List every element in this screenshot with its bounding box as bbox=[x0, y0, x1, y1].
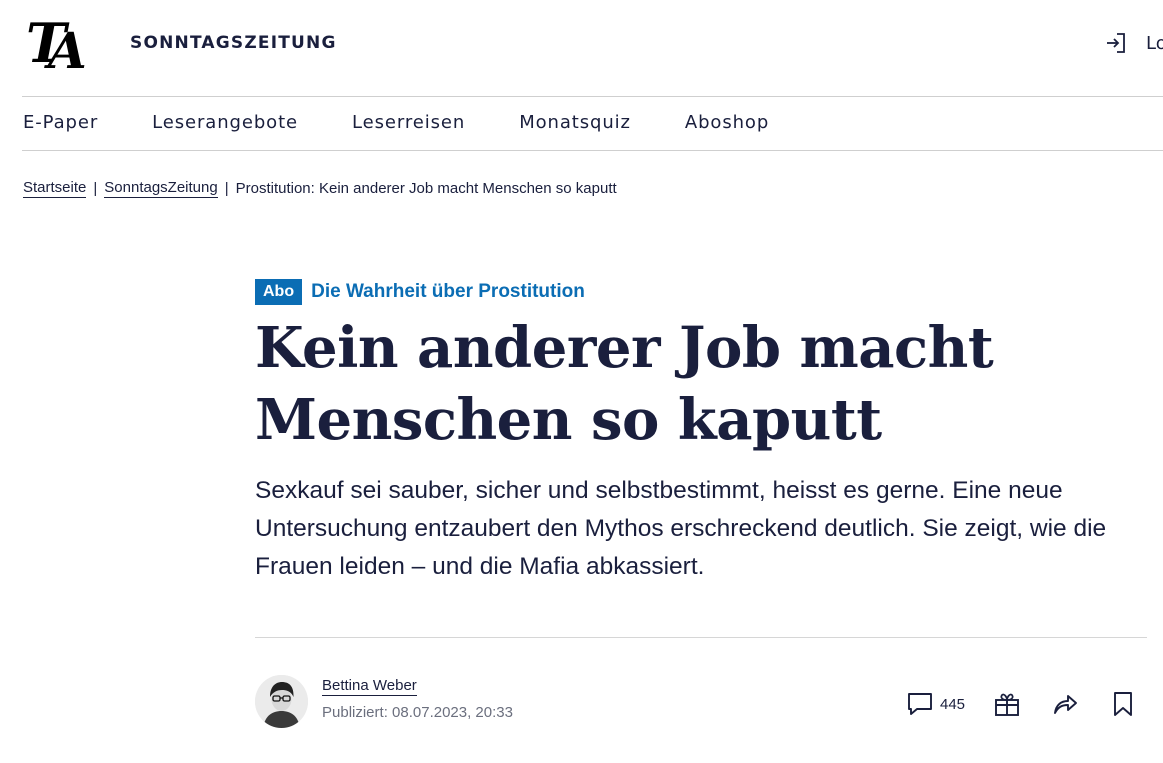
nav-item-leserreisen[interactable]: Leserreisen bbox=[352, 112, 465, 133]
login-button[interactable]: Login bbox=[1104, 31, 1163, 55]
site-name[interactable]: SONNTAGSZEITUNG bbox=[130, 33, 337, 53]
login-label: Login bbox=[1146, 32, 1163, 54]
publish-date: Publiziert: 08.07.2023, 20:33 bbox=[322, 704, 513, 721]
breadcrumb-separator: | bbox=[224, 180, 229, 197]
comment-count: 445 bbox=[940, 695, 966, 713]
nav-divider bbox=[22, 150, 1163, 151]
headline-line-1: Kein anderer Job macht bbox=[255, 315, 994, 381]
bookmark-button[interactable] bbox=[1109, 690, 1137, 718]
breadcrumb-startseite[interactable]: Startseite bbox=[23, 179, 87, 198]
main-nav: E-Paper Leserangebote Leserreisen Monats… bbox=[23, 112, 823, 133]
bookmark-icon bbox=[1114, 692, 1132, 716]
headline-line-2: Menschen so kaputt bbox=[255, 387, 882, 453]
nav-item-leserangebote[interactable]: Leserangebote bbox=[152, 112, 298, 133]
breadcrumb: Startseite | SonntagsZeitung | Prostitut… bbox=[23, 179, 617, 198]
share-icon bbox=[1054, 695, 1077, 714]
article-lead: Sexkauf sei sauber, sicher und selbstbes… bbox=[255, 477, 1107, 580]
login-icon bbox=[1107, 33, 1125, 53]
author-name-link[interactable]: Bettina Weber bbox=[322, 677, 417, 696]
comment-icon bbox=[908, 693, 932, 715]
byline-divider bbox=[255, 637, 1147, 638]
breadcrumb-separator: | bbox=[93, 180, 98, 197]
author-avatar[interactable] bbox=[255, 675, 308, 728]
header-divider bbox=[22, 96, 1163, 97]
ta-logo-icon: T A bbox=[26, 11, 87, 80]
nav-item-epaper[interactable]: E-Paper bbox=[23, 112, 98, 133]
site-logo[interactable]: T A bbox=[26, 11, 88, 80]
gift-icon bbox=[995, 693, 1019, 716]
author-portrait-icon bbox=[255, 675, 308, 728]
article-headline: Kein anderer Job macht Menschen so kaput… bbox=[255, 312, 1135, 456]
nav-item-aboshop[interactable]: Aboshop bbox=[685, 112, 769, 133]
breadcrumb-sonntagszeitung[interactable]: SonntagsZeitung bbox=[104, 179, 218, 198]
abo-badge: Abo bbox=[255, 279, 303, 305]
comments-button[interactable]: 445 bbox=[906, 690, 993, 718]
article-actions: 445 bbox=[906, 690, 1137, 718]
article-kicker: Abo Die Wahrheit über Prostitution bbox=[255, 279, 585, 305]
breadcrumb-current: Prostitution: Kein anderer Job macht Men… bbox=[235, 180, 617, 197]
gift-article-button[interactable] bbox=[993, 690, 1021, 718]
kicker-text: Die Wahrheit über Prostitution bbox=[311, 281, 585, 302]
share-button[interactable] bbox=[1051, 690, 1079, 718]
svg-text:A: A bbox=[44, 21, 87, 72]
nav-item-monatsquiz[interactable]: Monatsquiz bbox=[519, 112, 631, 133]
article-page: T A SONNTAGSZEITUNG Login E-Paper Lesera… bbox=[0, 0, 1163, 763]
